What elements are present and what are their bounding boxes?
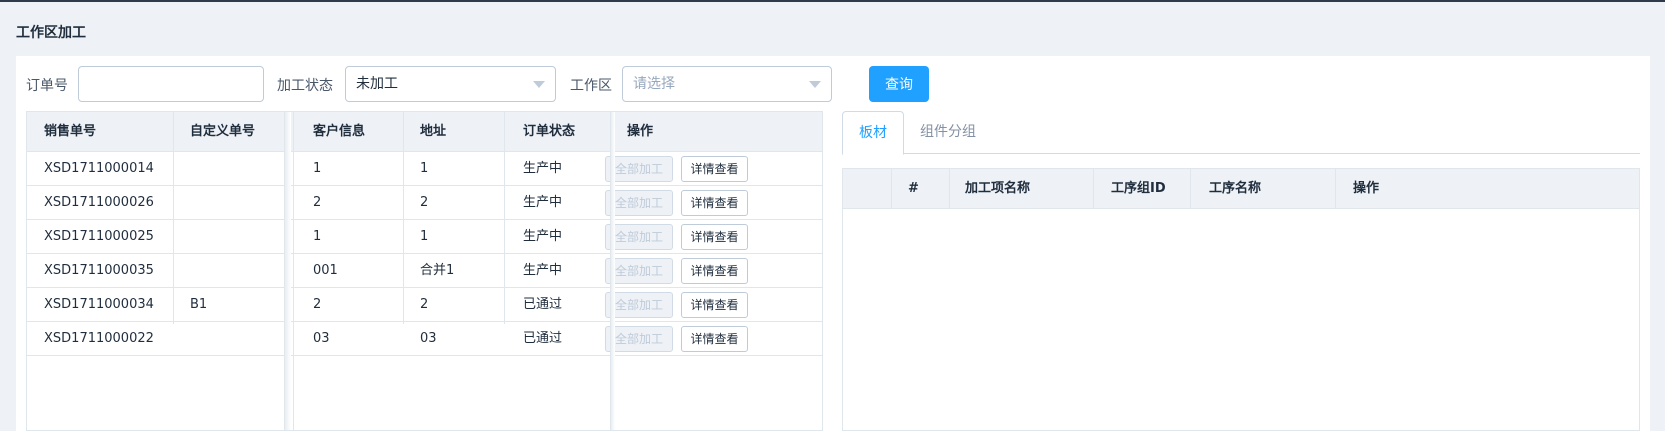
cell-customer: 2 bbox=[313, 195, 322, 210]
work-area-select[interactable]: 请选择 bbox=[622, 66, 832, 102]
table-row: XSD1711000026 2 2 生产中 全部加工 详情查看 bbox=[27, 186, 822, 220]
view-details-button[interactable]: 详情查看 bbox=[681, 190, 748, 216]
cell-customer: 03 bbox=[313, 331, 330, 346]
column-divider bbox=[891, 169, 892, 209]
cell-sales-no: XSD1711000014 bbox=[44, 161, 154, 176]
process-all-button[interactable]: 全部加工 bbox=[605, 292, 673, 318]
cell-order-status: 生产中 bbox=[523, 229, 563, 244]
view-details-button[interactable]: 详情查看 bbox=[681, 224, 748, 250]
cell-sales-no: XSD1711000034 bbox=[44, 297, 154, 312]
column-divider bbox=[1335, 169, 1336, 209]
header-sales-no: 销售单号 bbox=[44, 124, 97, 139]
cell-sales-no: XSD1711000025 bbox=[44, 229, 154, 244]
process-table-header: # 加工项名称 工序组ID 工序名称 操作 bbox=[843, 169, 1639, 209]
cell-order-status: 已通过 bbox=[523, 297, 563, 312]
cell-address: 2 bbox=[420, 195, 429, 210]
header-index: # bbox=[908, 181, 919, 196]
cell-order-status: 生产中 bbox=[523, 161, 563, 176]
cell-customer: 1 bbox=[313, 161, 322, 176]
header-order-status: 订单状态 bbox=[523, 124, 576, 139]
work-area-label: 工作区 bbox=[570, 78, 612, 94]
view-details-button[interactable]: 详情查看 bbox=[681, 156, 748, 182]
process-status-value: 未加工 bbox=[356, 76, 398, 92]
cell-order-status: 生产中 bbox=[523, 263, 563, 278]
cell-sales-no: XSD1711000035 bbox=[44, 263, 154, 278]
header-process-actions: 操作 bbox=[1353, 181, 1380, 196]
column-divider bbox=[949, 169, 950, 209]
header-custom-no: 自定义单号 bbox=[190, 124, 256, 139]
column-divider bbox=[403, 112, 404, 324]
process-all-button[interactable]: 全部加工 bbox=[605, 224, 673, 250]
tab-board[interactable]: 板材 bbox=[842, 111, 904, 155]
process-status-label: 加工状态 bbox=[277, 78, 333, 94]
cell-address: 合并1 bbox=[420, 263, 455, 278]
order-number-label: 订单号 bbox=[26, 78, 68, 94]
cell-order-status: 已通过 bbox=[523, 331, 563, 346]
order-table-header: 销售单号 自定义单号 客户信息 地址 订单状态 操作 bbox=[27, 112, 822, 152]
process-all-button[interactable]: 全部加工 bbox=[605, 258, 673, 284]
cell-sales-no: XSD1711000026 bbox=[44, 195, 154, 210]
header-address: 地址 bbox=[420, 124, 447, 139]
header-group-id: 工序组ID bbox=[1111, 181, 1166, 196]
view-details-button[interactable]: 详情查看 bbox=[681, 292, 748, 318]
cell-customer: 001 bbox=[313, 263, 338, 278]
header-process-name: 工序名称 bbox=[1209, 181, 1262, 196]
fixed-column-shadow bbox=[611, 112, 615, 430]
top-bar bbox=[0, 0, 1665, 2]
column-divider bbox=[504, 112, 505, 324]
process-all-button[interactable]: 全部加工 bbox=[605, 190, 673, 216]
order-number-input[interactable] bbox=[78, 66, 264, 102]
cell-customer: 2 bbox=[313, 297, 322, 312]
material-tabs: 板材 组件分组 bbox=[842, 111, 1640, 155]
header-customer: 客户信息 bbox=[313, 124, 366, 139]
cell-address: 2 bbox=[420, 297, 429, 312]
process-table: # 加工项名称 工序组ID 工序名称 操作 bbox=[842, 168, 1640, 431]
order-table: 销售单号 自定义单号 客户信息 地址 订单状态 操作 XSD1711000014… bbox=[26, 111, 823, 431]
cell-address: 1 bbox=[420, 229, 429, 244]
cell-address: 03 bbox=[420, 331, 437, 346]
tab-component-group[interactable]: 组件分组 bbox=[904, 111, 992, 155]
column-divider bbox=[1190, 169, 1191, 209]
process-all-button[interactable]: 全部加工 bbox=[605, 326, 673, 352]
table-row: XSD1711000014 1 1 生产中 全部加工 详情查看 bbox=[27, 152, 822, 186]
table-row: XSD1711000034 B1 2 2 已通过 全部加工 详情查看 bbox=[27, 288, 822, 322]
process-all-button[interactable]: 全部加工 bbox=[605, 156, 673, 182]
table-row: XSD1711000025 1 1 生产中 全部加工 详情查看 bbox=[27, 220, 822, 254]
header-process-item: 加工项名称 bbox=[965, 181, 1031, 196]
cell-address: 1 bbox=[420, 161, 429, 176]
page-title: 工作区加工 bbox=[16, 25, 86, 41]
chevron-down-icon bbox=[809, 81, 821, 88]
column-divider bbox=[1093, 169, 1094, 209]
column-divider bbox=[293, 112, 294, 430]
fixed-column-shadow bbox=[285, 112, 291, 430]
cell-custom-no: B1 bbox=[190, 297, 208, 312]
work-area-placeholder: 请选择 bbox=[633, 76, 675, 92]
table-row: XSD1711000035 001 合并1 生产中 全部加工 详情查看 bbox=[27, 254, 822, 288]
cell-sales-no: XSD1711000022 bbox=[44, 331, 154, 346]
table-row: XSD1711000022 03 03 已通过 全部加工 详情查看 bbox=[27, 322, 822, 356]
view-details-button[interactable]: 详情查看 bbox=[681, 258, 748, 284]
process-status-select[interactable]: 未加工 bbox=[345, 66, 556, 102]
header-actions: 操作 bbox=[627, 124, 654, 139]
column-divider bbox=[173, 112, 174, 324]
cell-order-status: 生产中 bbox=[523, 195, 563, 210]
query-button[interactable]: 查询 bbox=[869, 66, 929, 102]
cell-customer: 1 bbox=[313, 229, 322, 244]
chevron-down-icon bbox=[533, 81, 545, 88]
view-details-button[interactable]: 详情查看 bbox=[681, 326, 748, 352]
